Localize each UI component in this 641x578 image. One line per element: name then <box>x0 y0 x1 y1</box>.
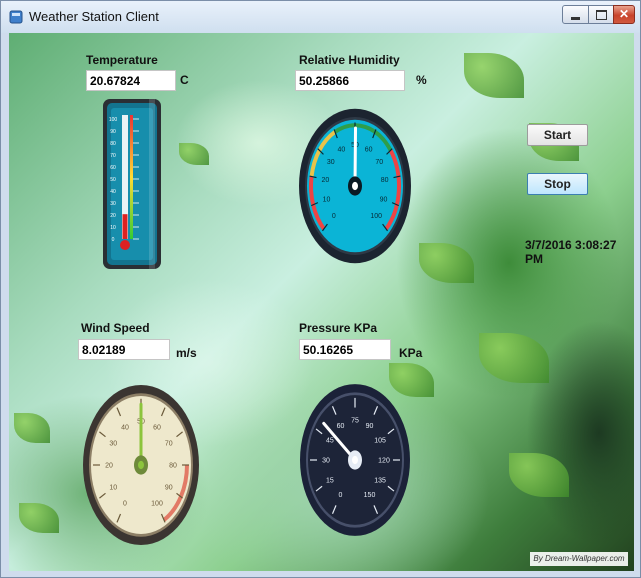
wind-speed-unit: m/s <box>176 346 197 360</box>
pressure-label: Pressure KPa <box>299 321 378 335</box>
app-icon <box>9 10 23 24</box>
humidity-hub-cap <box>352 181 358 191</box>
datetime-label: 3/7/2016 3:08:27 PM <box>525 238 617 266</box>
client-area: Temperature 20.67824 C 100 90 80 70 60 50 40 30… <box>9 33 634 571</box>
thermometer-tick-label: 90 <box>110 129 116 135</box>
pressure-tick-label: 15 <box>326 478 334 485</box>
humidity-gauge: 0102030405060708090100 <box>299 108 411 264</box>
close-icon: ✕ <box>618 7 630 21</box>
background-leaf <box>179 143 209 165</box>
start-button[interactable]: Start <box>527 124 588 146</box>
wind-speed-label: Wind Speed <box>81 321 150 335</box>
wind-tick-label: 70 <box>165 440 173 447</box>
humidity-tick-label: 60 <box>365 147 373 154</box>
pressure-tick-label: 45 <box>326 437 334 444</box>
temperature-field[interactable]: 20.67824 <box>86 70 176 91</box>
wind-tick-label: 90 <box>165 485 173 492</box>
window-title: Weather Station Client <box>29 9 159 24</box>
pressure-tick-label: 60 <box>337 423 345 430</box>
humidity-field[interactable]: 50.25866 <box>295 70 405 91</box>
pressure-tick-label: 120 <box>378 458 390 465</box>
pressure-tick-label: 75 <box>351 417 359 424</box>
humidity-label: Relative Humidity <box>299 53 400 67</box>
humidity-tick-label: 40 <box>337 147 345 154</box>
close-button[interactable]: ✕ <box>613 5 635 24</box>
wind-tick-label: 100 <box>151 501 163 508</box>
wind-tick-label: 20 <box>105 463 113 470</box>
background-leaf <box>509 453 569 497</box>
wind-speed-gauge: 0102030405060708090100 <box>83 384 199 546</box>
background-leaf <box>464 53 524 98</box>
pressure-tick-label: 150 <box>364 492 376 499</box>
pressure-unit: KPa <box>399 346 423 360</box>
maximize-icon <box>596 10 607 20</box>
minimize-button[interactable] <box>562 5 589 24</box>
wind-tick-label: 40 <box>121 424 129 431</box>
thermometer-tick-label: 30 <box>110 201 116 207</box>
pressure-tick-label: 0 <box>339 492 343 499</box>
stop-button[interactable]: Stop <box>527 173 588 195</box>
pressure-tick-label: 90 <box>366 423 374 430</box>
thermometer-tick-label: 40 <box>110 189 116 195</box>
humidity-tick-label: 100 <box>370 213 382 220</box>
wallpaper-credit: By Dream-Wallpaper.com <box>530 552 628 566</box>
wind-tick-label: 80 <box>169 463 177 470</box>
wind-hub-cap <box>138 460 144 470</box>
thermometer-tick-label: 60 <box>110 165 116 171</box>
humidity-tick-label: 20 <box>321 177 329 184</box>
pressure-field[interactable]: 50.16265 <box>299 339 391 360</box>
pressure-tick-label: 30 <box>322 458 330 465</box>
humidity-tick-label: 30 <box>327 159 335 166</box>
thermometer-tick-label: 100 <box>109 117 118 123</box>
wind-tick-label: 30 <box>109 440 117 447</box>
app-window: Weather Station Client ✕ Temperature 20.… <box>0 0 641 578</box>
thermometer-tick-label: 80 <box>110 141 116 147</box>
thermometer-tick-label: 50 <box>110 177 116 183</box>
wind-speed-field[interactable]: 8.02189 <box>78 339 170 360</box>
wind-tick-label: 0 <box>123 501 127 508</box>
background-leaf <box>14 413 50 443</box>
humidity-tick-label: 10 <box>323 196 331 203</box>
wind-tick-label: 10 <box>109 485 117 492</box>
pressure-hub-cap <box>352 455 358 465</box>
humidity-tick-label: 70 <box>375 159 383 166</box>
humidity-unit: % <box>416 73 427 87</box>
humidity-tick-label: 90 <box>380 196 388 203</box>
title-bar[interactable]: Weather Station Client ✕ <box>1 1 640 33</box>
wind-tick-label: 60 <box>153 424 161 431</box>
thermometer-tick-label: 0 <box>112 237 115 243</box>
pressure-tick-label: 105 <box>374 437 386 444</box>
background-leaf <box>19 503 59 533</box>
thermometer-tick-label: 70 <box>110 153 116 159</box>
thermometer-gauge: 1009080706050403020100 <box>103 99 161 269</box>
humidity-tick-label: 80 <box>381 177 389 184</box>
background-leaf <box>419 243 474 283</box>
thermometer-tick-label: 10 <box>110 225 116 231</box>
pressure-gauge: 0 15 30 4560 75 90105 120 135 150 <box>300 384 410 536</box>
temperature-label: Temperature <box>86 53 158 67</box>
pressure-tick-label: 135 <box>374 478 386 485</box>
thermometer-tick-label: 20 <box>110 213 116 219</box>
maximize-button[interactable] <box>588 5 614 24</box>
minimize-icon <box>571 17 580 20</box>
temperature-unit: C <box>180 73 189 87</box>
background-leaf <box>479 333 549 383</box>
humidity-tick-label: 0 <box>332 213 336 220</box>
